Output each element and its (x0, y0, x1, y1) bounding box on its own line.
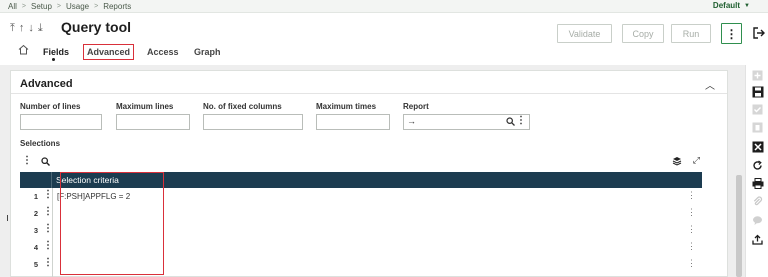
more-actions-button[interactable]: ⋮ (721, 23, 742, 44)
grid-header-stub (20, 172, 52, 188)
print-icon[interactable] (751, 177, 764, 190)
number-of-lines-input[interactable] (20, 114, 102, 130)
record-navigation: ⤒ ↑ ↓ ⤓ (10, 22, 43, 35)
tab-bar: Fields Advanced Access Graph (0, 44, 745, 64)
vertical-dots-icon: ⋮ (725, 26, 738, 41)
refresh-icon[interactable] (751, 159, 764, 172)
vertical-dots-icon[interactable]: ⋮ (687, 224, 696, 235)
report-label: Report (403, 102, 429, 111)
text-cursor (7, 215, 8, 221)
next-record-icon[interactable]: ↓ (28, 22, 34, 35)
row-number: 2 (33, 209, 38, 218)
report-input[interactable]: → ⋮ (403, 114, 530, 130)
expand-icon[interactable]: ⤢ (693, 155, 700, 166)
vertical-dots-icon[interactable]: ⋮ (687, 190, 696, 201)
selection-criteria-highlight (60, 172, 164, 275)
profile-selector[interactable]: Default ▼ (713, 1, 750, 10)
tab-graph[interactable]: Graph (194, 47, 221, 57)
vertical-dots-icon[interactable]: ⋮ (687, 207, 696, 218)
top-bar: All > Setup > Usage > Reports Default ▼ (0, 0, 768, 13)
maximum-times-label: Maximum times (316, 102, 377, 111)
content-area: Advanced ︿ Number of lines Maximum lines… (0, 65, 745, 277)
maximum-lines-label: Maximum lines (116, 102, 174, 111)
vertical-dots-icon[interactable]: ⋮ (43, 189, 53, 200)
breadcrumb: All > Setup > Usage > Reports (8, 2, 131, 11)
last-record-icon[interactable]: ⤓ (38, 22, 43, 35)
vertical-dots-icon[interactable]: ⋮ (516, 115, 526, 126)
previous-record-icon[interactable]: ↑ (19, 22, 25, 35)
profile-label: Default (712, 1, 741, 10)
maximum-lines-input[interactable] (116, 114, 190, 130)
home-icon[interactable] (18, 44, 29, 55)
row-number: 5 (33, 260, 38, 269)
validate-button[interactable]: Validate (557, 24, 612, 43)
save-icon[interactable] (751, 85, 764, 98)
breadcrumb-separator-icon: > (21, 3, 26, 10)
scrollbar[interactable] (736, 175, 742, 277)
row-number: 1 (33, 192, 38, 201)
active-tab-indicator (52, 58, 55, 61)
vertical-dots-icon[interactable]: ⋮ (22, 155, 32, 166)
advanced-section: Advanced ︿ Number of lines Maximum lines… (10, 70, 728, 277)
exit-icon[interactable] (753, 27, 765, 42)
search-icon[interactable] (41, 157, 50, 166)
breadcrumb-all[interactable]: All (8, 2, 17, 11)
tab-fields[interactable]: Fields (43, 47, 69, 57)
attach-icon[interactable] (751, 195, 764, 208)
breadcrumb-reports[interactable]: Reports (103, 2, 131, 11)
number-of-lines-label: Number of lines (20, 102, 81, 111)
grid-toolbar: ⋮ ⤢ (20, 155, 702, 169)
row-number: 4 (33, 243, 38, 252)
divider (11, 93, 727, 94)
selections-label: Selections (20, 139, 61, 148)
vertical-dots-icon[interactable]: ⋮ (687, 258, 696, 269)
chevron-up-icon[interactable]: ︿ (705, 77, 715, 92)
breadcrumb-separator-icon: > (56, 3, 61, 10)
delete-icon[interactable] (751, 121, 764, 134)
chevron-down-icon: ▼ (744, 2, 750, 9)
tab-access[interactable]: Access (147, 47, 179, 57)
fixed-columns-label: No. of fixed columns (203, 102, 282, 111)
page-header: ⤒ ↑ ↓ ⤓ Query tool Validate Copy Run ⋮ F… (0, 13, 765, 65)
vertical-dots-icon[interactable]: ⋮ (43, 240, 53, 251)
maximum-times-input[interactable] (316, 114, 390, 130)
search-icon[interactable] (506, 117, 515, 126)
first-record-icon[interactable]: ⤒ (10, 22, 15, 35)
breadcrumb-usage[interactable]: Usage (66, 2, 89, 11)
breadcrumb-setup[interactable]: Setup (31, 2, 52, 11)
tab-advanced[interactable]: Advanced (83, 44, 135, 60)
action-rail (745, 65, 768, 277)
comment-icon[interactable] (751, 214, 764, 227)
vertical-dots-icon[interactable]: ⋮ (43, 223, 53, 234)
copy-button[interactable]: Copy (622, 24, 664, 43)
check-icon[interactable] (751, 103, 764, 116)
breadcrumb-separator-icon: > (94, 3, 99, 10)
fixed-columns-input[interactable] (203, 114, 303, 130)
layers-icon[interactable] (672, 156, 682, 166)
row-number: 3 (33, 226, 38, 235)
arrow-right-icon[interactable]: → (407, 116, 416, 126)
close-icon[interactable] (751, 140, 764, 153)
page-title: Query tool (61, 19, 132, 35)
vertical-dots-icon[interactable]: ⋮ (43, 257, 53, 268)
upload-icon[interactable] (751, 233, 764, 246)
run-button[interactable]: Run (671, 24, 711, 43)
vertical-dots-icon[interactable]: ⋮ (43, 206, 53, 217)
section-title: Advanced (20, 78, 73, 90)
vertical-dots-icon[interactable]: ⋮ (687, 241, 696, 252)
add-icon[interactable] (751, 69, 764, 82)
